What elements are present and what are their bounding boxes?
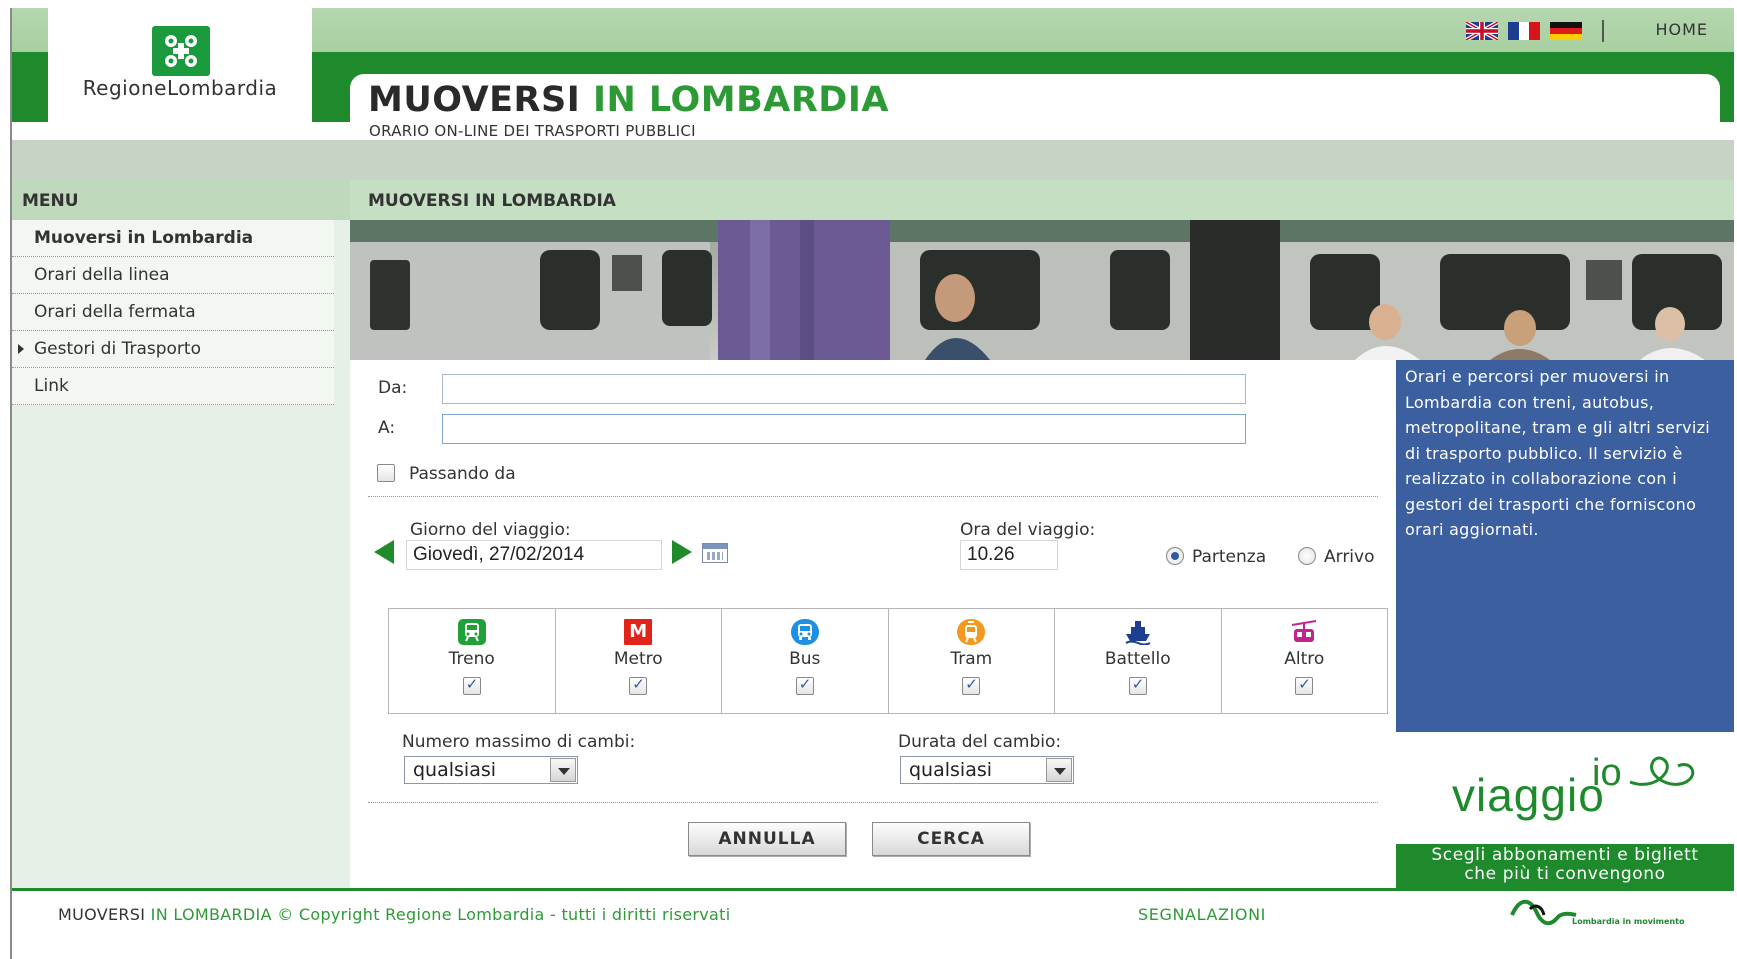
fr-flag-icon[interactable] (1508, 22, 1540, 40)
sidebar-item-gestori[interactable]: Gestori di Trasporto (12, 331, 334, 368)
boat-icon (1124, 619, 1152, 646)
mode-treno: Treno (389, 609, 556, 713)
mode-label: Bus (789, 649, 821, 669)
footer-copyright-text: © Copyright Regione Lombardia - tutti i … (271, 905, 731, 924)
promo-tagline: Scegli abbonamenti e bigliett che più ti… (1396, 844, 1734, 888)
page-subtitle: ORARIO ON-LINE DEI TRASPORTI PUBBLICI (369, 122, 696, 140)
treno-checkbox[interactable] (462, 675, 481, 695)
logo-text: RegioneLombardia (82, 76, 278, 100)
max-changes-label: Numero massimo di cambi: (402, 732, 636, 752)
title-part-2: IN LOMBARDIA (592, 80, 889, 120)
search-button[interactable]: CERCA (872, 822, 1030, 856)
section-title: MUOVERSI IN LOMBARDIA (350, 180, 1734, 220)
info-panel: Orari e percorsi per muoversi in Lombard… (1396, 360, 1734, 732)
previous-day-arrow-icon[interactable] (374, 540, 394, 564)
mode-label: Treno (448, 649, 495, 669)
cable-car-icon (1290, 619, 1318, 645)
max-changes-select[interactable]: qualsiasi (404, 756, 578, 784)
max-changes-value: qualsiasi (413, 759, 497, 781)
time-input[interactable] (960, 540, 1058, 570)
metro-icon: M (624, 619, 653, 645)
promo-logo-viaggio: viaggio (1452, 769, 1605, 821)
menu-list: Muoversi in Lombardia Orari della linea … (12, 220, 334, 405)
lombardia-in-movimento-logo[interactable] (1510, 893, 1580, 933)
page-title: MUOVERSI IN LOMBARDIA (368, 80, 889, 120)
change-duration-value: qualsiasi (909, 759, 993, 781)
mode-label: Battello (1104, 649, 1171, 669)
mode-altro: Altro (1222, 609, 1388, 713)
from-input[interactable] (442, 374, 1246, 404)
sidebar-item-muoversi[interactable]: Muoversi in Lombardia (12, 220, 334, 257)
metro-checkbox[interactable] (629, 675, 648, 695)
train-icon (457, 619, 486, 645)
bus-checkbox[interactable] (795, 675, 814, 695)
banner-photo (350, 220, 1734, 360)
promo-tagline-line2: che più ti convengono (1464, 864, 1666, 884)
arrival-radio[interactable] (1298, 547, 1316, 565)
bus-icon (790, 619, 819, 645)
tram-checkbox[interactable] (962, 675, 981, 695)
regione-lombardia-logo[interactable]: RegioneLombardia (48, 8, 312, 138)
language-selector (1466, 20, 1614, 42)
to-label: A: (378, 418, 396, 438)
mode-metro: M Metro (556, 609, 722, 713)
calendar-grid (707, 552, 723, 560)
header-gray-band (12, 140, 1734, 180)
title-part-1: MUOVERSI (368, 80, 593, 120)
footer-logo-text: Lombardia in movimento (1572, 917, 1685, 926)
swirl-icon (1629, 756, 1695, 786)
chevron-down-icon[interactable] (550, 758, 576, 782)
altro-checkbox[interactable] (1295, 675, 1314, 695)
mode-label: Metro (613, 649, 663, 669)
cancel-button[interactable]: ANNULLA (688, 822, 846, 856)
mode-tram: Tram (889, 609, 1055, 713)
sidebar: MENU Muoversi in Lombardia Orari della l… (12, 180, 350, 888)
sidebar-item-orari-fermata[interactable]: Orari della fermata (12, 294, 334, 331)
next-day-arrow-icon[interactable] (672, 540, 692, 564)
footer: MUOVERSI IN LOMBARDIA © Copyright Region… (12, 891, 1734, 959)
via-label: Passando da (409, 464, 516, 484)
footer-copyright: MUOVERSI IN LOMBARDIA © Copyright Region… (58, 905, 730, 924)
tram-icon (957, 619, 986, 645)
expand-arrow-icon (18, 344, 24, 354)
separator (368, 802, 1378, 803)
de-flag-icon[interactable] (1550, 22, 1582, 40)
io-viaggio-promo[interactable]: io viaggio Scegli abbonamenti e bigliett… (1396, 732, 1734, 888)
header-separator (1602, 20, 1604, 42)
transport-modes: Treno M Metro Bus Tram (388, 608, 1388, 714)
page-frame: RegioneLombardia HOME MUOVERSI IN LOMBAR… (10, 8, 1734, 959)
footer-brand-2: IN LOMBARDIA (150, 905, 272, 924)
arrival-label: Arrivo (1324, 547, 1375, 567)
sidebar-item-link[interactable]: Link (12, 368, 334, 405)
chevron-down-icon[interactable] (1046, 758, 1072, 782)
lombardy-rose-icon (152, 26, 210, 76)
journey-planner-form: Da: A: Passando da Giorno del viaggio: O… (350, 360, 1396, 888)
menu-title: MENU (12, 180, 350, 220)
separator (368, 496, 1378, 497)
sidebar-item-orari-linea[interactable]: Orari della linea (12, 257, 334, 294)
date-label: Giorno del viaggio: (410, 520, 571, 540)
departure-radio[interactable] (1166, 547, 1184, 565)
battello-checkbox[interactable] (1128, 675, 1147, 695)
change-duration-label: Durata del cambio: (898, 732, 1062, 752)
title-panel: MUOVERSI IN LOMBARDIA ORARIO ON-LINE DEI… (350, 74, 1720, 144)
en-flag-icon[interactable] (1466, 22, 1498, 40)
footer-brand-1: MUOVERSI (58, 905, 151, 924)
from-label: Da: (378, 378, 408, 398)
mode-label: Altro (1284, 649, 1325, 669)
mode-label: Tram (950, 649, 993, 669)
via-checkbox[interactable] (377, 464, 395, 482)
mode-bus: Bus (722, 609, 889, 713)
sidebar-item-label: Gestori di Trasporto (34, 339, 201, 359)
time-label: Ora del viaggio: (960, 520, 1096, 540)
change-duration-select[interactable]: qualsiasi (900, 756, 1074, 784)
date-input[interactable] (406, 540, 662, 570)
calendar-icon[interactable] (702, 543, 728, 563)
to-input[interactable] (442, 414, 1246, 444)
report-link[interactable]: SEGNALAZIONI (1138, 905, 1266, 924)
home-link[interactable]: HOME (1655, 20, 1708, 39)
promo-tagline-line1: Scegli abbonamenti e bigliett (1431, 845, 1699, 865)
departure-label: Partenza (1192, 547, 1267, 567)
mode-battello: Battello (1055, 609, 1222, 713)
